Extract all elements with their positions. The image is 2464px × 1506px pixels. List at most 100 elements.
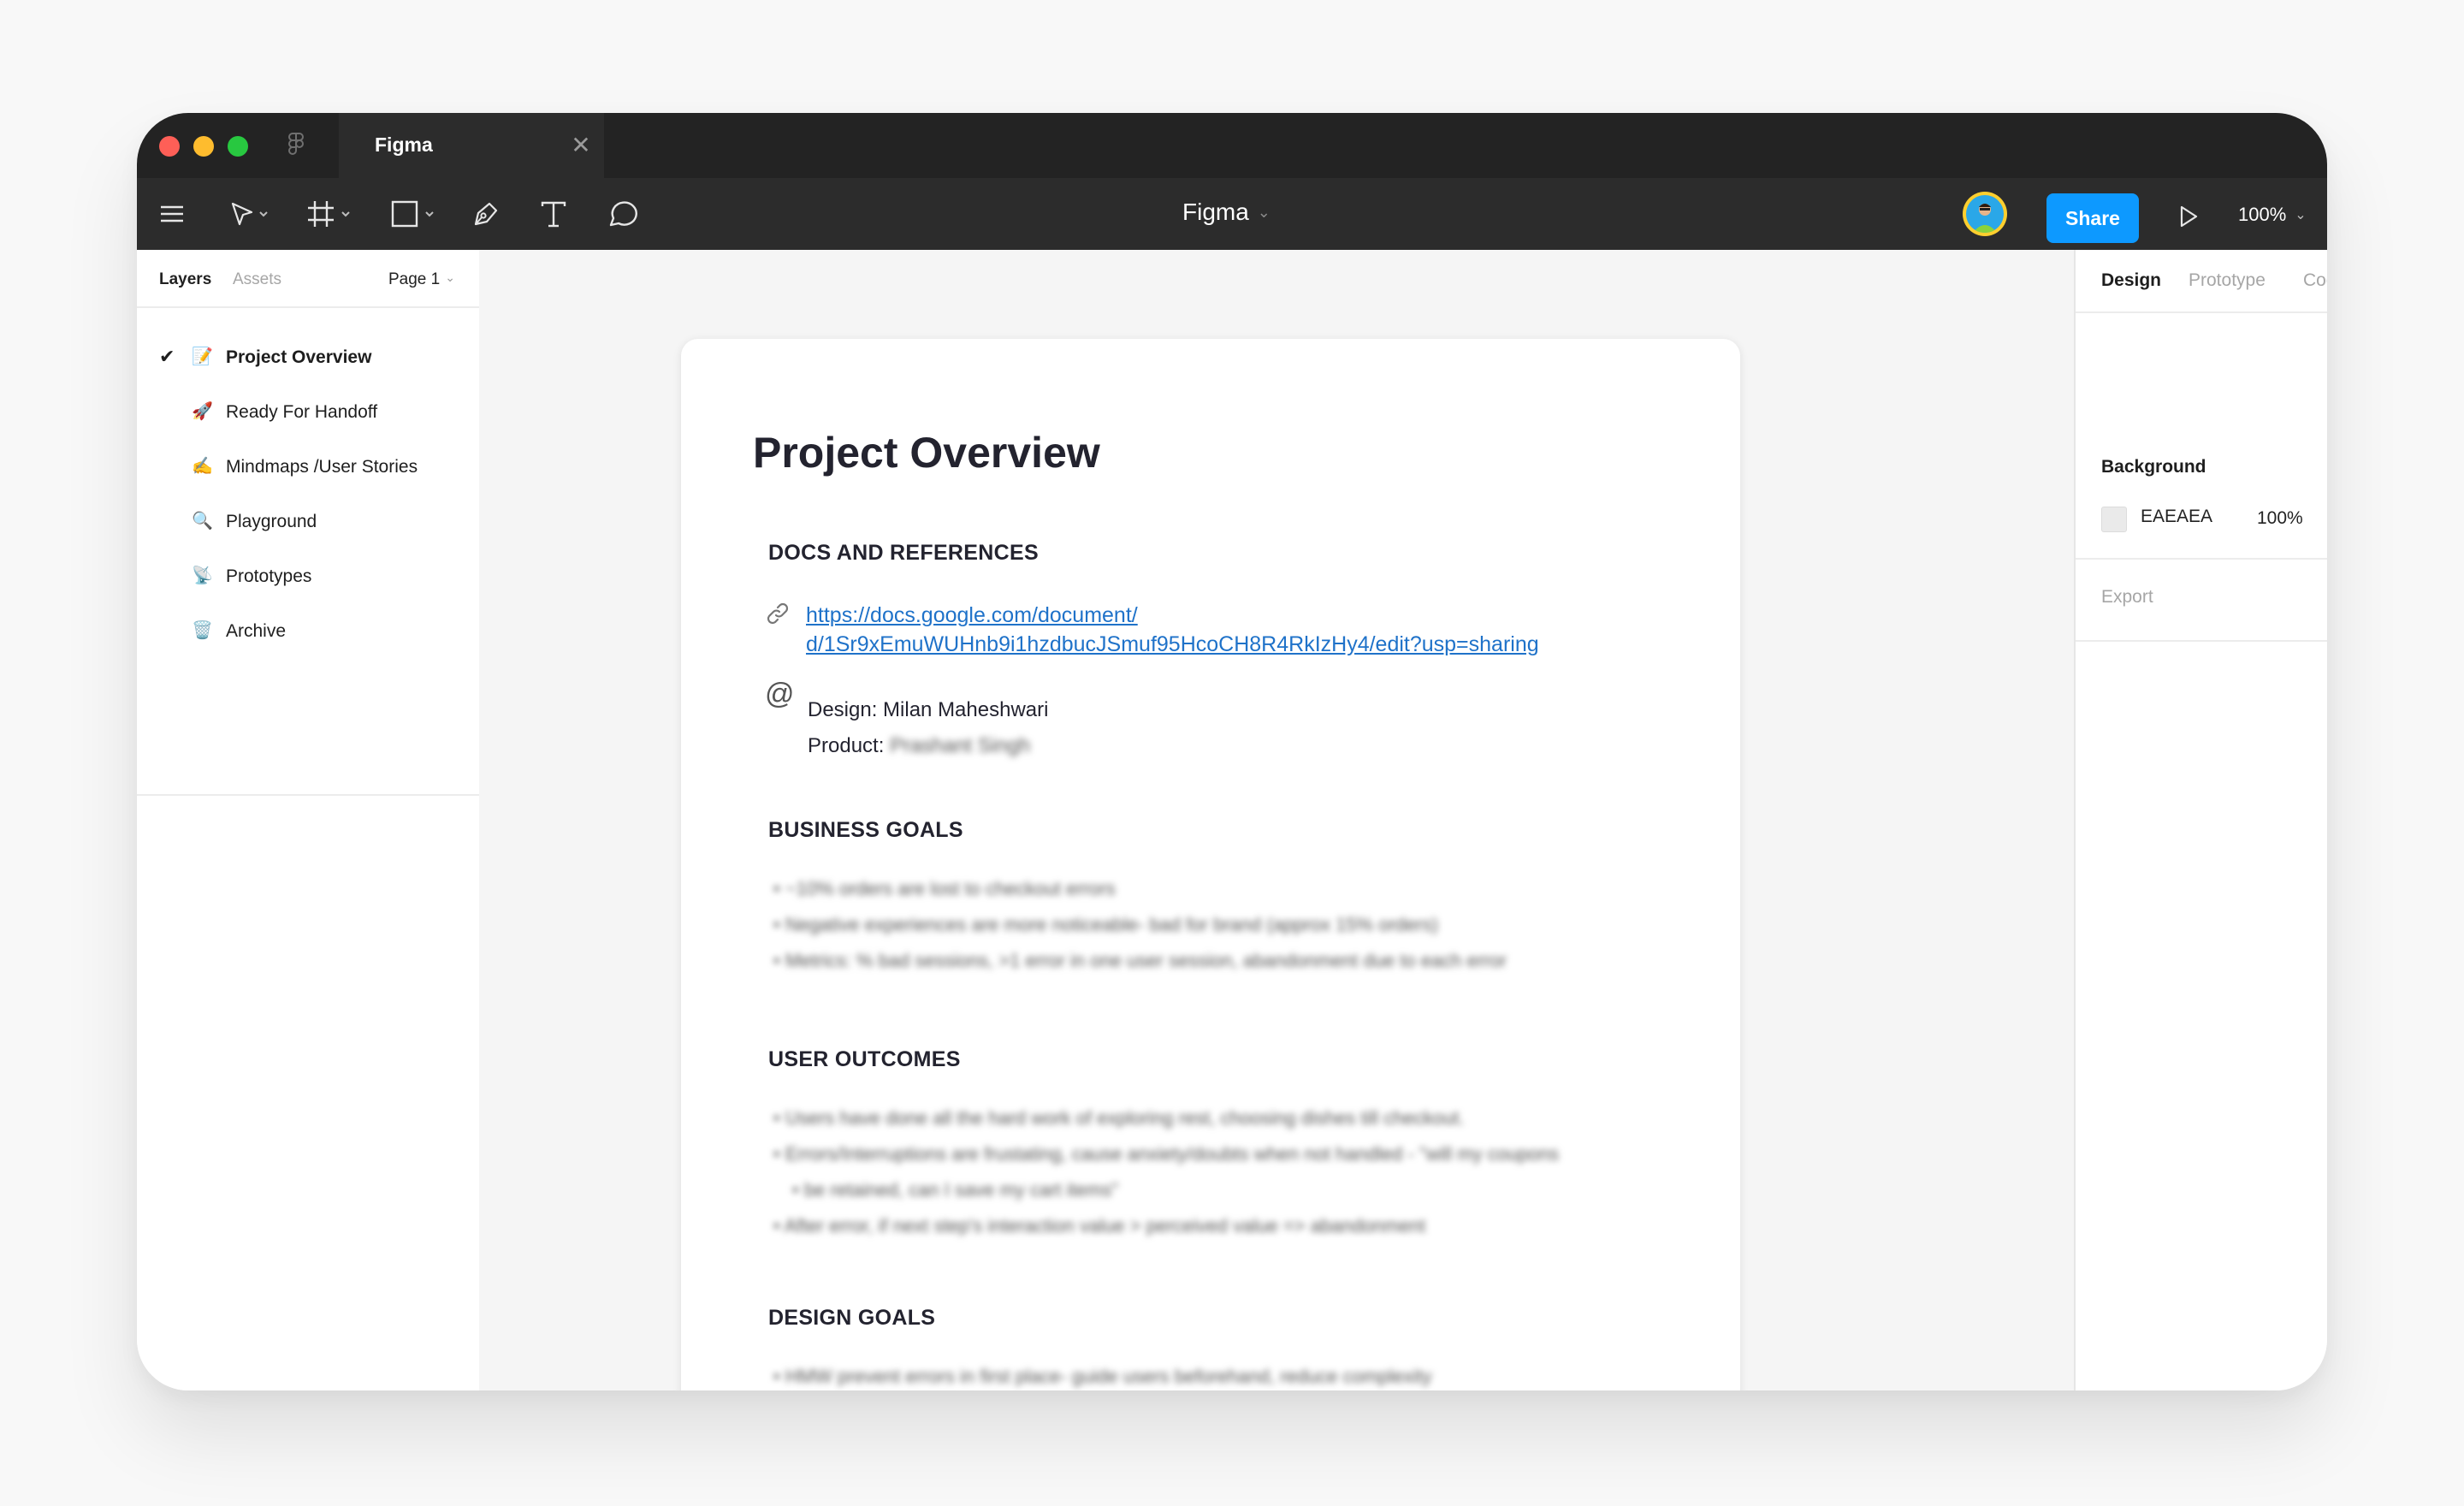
chevron-down-icon: ⌄: [1257, 203, 1270, 221]
page-item-prototypes[interactable]: 📡 Prototypes: [137, 551, 479, 606]
document-title: Figma: [1182, 199, 1249, 225]
design-goals-list: HMW prevent errors in first place- guide…: [773, 1359, 1432, 1390]
section-design-goals-heading: DESIGN GOALS: [768, 1306, 936, 1330]
move-tool-button[interactable]: [229, 193, 272, 234]
list-item: Errors/Interruptions are frustating, cau…: [773, 1136, 1559, 1172]
wastebasket-icon: 🗑️: [192, 621, 213, 640]
panel-divider: [137, 794, 479, 796]
title-bar: Figma ✕: [137, 113, 2327, 178]
document-title-dropdown[interactable]: Figma ⌄: [1182, 199, 1270, 226]
list-item: After error, if next step's interaction …: [773, 1208, 1559, 1244]
tab-design[interactable]: Design: [2101, 270, 2161, 291]
chevron-down-icon: ⌄: [445, 270, 455, 284]
memo-icon: 📝: [192, 347, 213, 366]
link-line-1: https://docs.google.com/document/: [806, 603, 1138, 627]
rocket-icon: 🚀: [192, 402, 213, 421]
page-item-label: Mindmaps /User Stories: [226, 457, 418, 477]
link-line-2: d/1Sr9xEmuWUHnb9i1hzdbucJSmuf95HcoCH8R4R…: [806, 632, 1539, 656]
tab-title: Figma: [375, 133, 433, 156]
pen-tool-button[interactable]: [471, 193, 501, 234]
close-tab-icon[interactable]: ✕: [568, 130, 594, 161]
list-item: ~10% orders are lost to checkout errors: [773, 871, 1507, 907]
page-item-mindmaps[interactable]: ✍️ Mindmaps /User Stories: [137, 442, 479, 496]
tab-layers[interactable]: Layers: [159, 270, 211, 289]
product-label: Product:: [808, 734, 885, 757]
toolbar: Figma ⌄ Share 100% ⌄: [137, 178, 2327, 250]
page-item-ready-for-handoff[interactable]: 🚀 Ready For Handoff: [137, 387, 479, 442]
design-panel: Design Prototype Code Background EAEAEA …: [2074, 250, 2327, 1390]
section-docs-heading: DOCS AND REFERENCES: [768, 541, 1039, 565]
product-name-blurred: Prashant Singh: [890, 734, 1031, 757]
page-selector-label: Page 1: [388, 270, 441, 288]
text-tool-button[interactable]: [539, 193, 568, 234]
comment-bubble-icon: [609, 201, 637, 227]
main-menu-button[interactable]: [159, 193, 185, 234]
app-window: Figma ✕ Figma ⌄ Share 100% ⌄ Layers Asse…: [137, 113, 2327, 1390]
zoom-level: 100%: [2238, 204, 2287, 225]
page-item-label: Ready For Handoff: [226, 402, 378, 422]
checkmark-icon: ✔: [159, 346, 175, 367]
tab-code[interactable]: Code: [2303, 270, 2327, 291]
page-item-project-overview[interactable]: ✔ 📝 Project Overview: [137, 332, 479, 387]
list-item: Users have done all the hard work of exp…: [773, 1100, 1559, 1136]
page-item-label: Project Overview: [226, 347, 372, 367]
play-icon[interactable]: [2173, 202, 2202, 231]
at-mention-icon: @: [765, 678, 795, 710]
share-button[interactable]: Share: [2046, 193, 2139, 243]
link-icon: [767, 602, 789, 625]
list-item: Negative experiences are more noticeable…: [773, 907, 1507, 943]
pages-list: ✔ 📝 Project Overview 🚀 Ready For Handoff…: [137, 332, 479, 661]
tab-assets[interactable]: Assets: [233, 270, 281, 289]
google-doc-link[interactable]: https://docs.google.com/document/ d/1Sr9…: [806, 601, 1539, 659]
project-overview-frame[interactable]: Project Overview DOCS AND REFERENCES htt…: [681, 339, 1740, 1390]
hamburger-icon: [161, 205, 183, 222]
comment-tool-button[interactable]: [606, 193, 640, 234]
minimize-window-button[interactable]: [193, 136, 214, 157]
list-item: HMW prevent errors in first place- guide…: [773, 1359, 1432, 1390]
panel-divider: [2076, 558, 2327, 560]
page-item-archive[interactable]: 🗑️ Archive: [137, 606, 479, 661]
page-item-label: Prototypes: [226, 566, 312, 586]
section-user-outcomes-heading: USER OUTCOMES: [768, 1047, 961, 1071]
zoom-dropdown[interactable]: 100% ⌄: [2238, 204, 2307, 226]
background-color-swatch[interactable]: [2101, 507, 2127, 532]
figma-logo-icon[interactable]: [287, 132, 305, 159]
magnifier-icon: 🔍: [192, 512, 213, 531]
page-item-label: Archive: [226, 621, 287, 641]
background-hex-input[interactable]: EAEAEA: [2141, 507, 2212, 527]
section-business-heading: BUSINESS GOALS: [768, 818, 963, 842]
background-opacity-input[interactable]: 100%: [2257, 508, 2303, 529]
avatar[interactable]: [1963, 192, 2007, 236]
panel-divider: [2076, 640, 2327, 642]
user-portrait-icon: [1973, 204, 1997, 233]
frame-title: Project Overview: [753, 429, 1100, 477]
close-window-button[interactable]: [159, 136, 180, 157]
maximize-window-button[interactable]: [228, 136, 248, 157]
list-item: be retained, can I save my cart items": [773, 1172, 1559, 1208]
tab-prototype[interactable]: Prototype: [2189, 270, 2266, 291]
left-panel-tabs: Layers Assets Page 1 ⌄: [137, 250, 479, 308]
design-credit: Design: Milan Maheshwari: [808, 698, 1049, 721]
tab-figma[interactable]: Figma ✕: [339, 113, 604, 178]
background-label: Background: [2101, 457, 2206, 477]
cursor-arrow-icon: [231, 202, 268, 226]
list-item: Metrics: % bad sessions, >1 error in one…: [773, 943, 1507, 979]
page-item-playground[interactable]: 🔍 Playground: [137, 496, 479, 551]
shape-tool-button[interactable]: [390, 193, 438, 234]
chevron-down-icon: ⌄: [2295, 208, 2307, 222]
product-credit: Product: Prashant Singh: [808, 734, 1030, 758]
pen-icon: [474, 202, 498, 226]
avatar-image: [1966, 195, 2004, 233]
page-item-label: Playground: [226, 512, 317, 531]
business-goals-list: ~10% orders are lost to checkout errors …: [773, 871, 1507, 979]
canvas[interactable]: Project Overview DOCS AND REFERENCES htt…: [479, 250, 2074, 1390]
satellite-icon: 📡: [192, 566, 213, 585]
frame-hash-icon: [308, 201, 350, 227]
layers-panel: Layers Assets Page 1 ⌄ ✔ 📝 Project Overv…: [137, 250, 481, 1390]
page-selector[interactable]: Page 1 ⌄: [388, 270, 455, 289]
panel-divider: [2076, 311, 2327, 313]
rectangle-icon: [391, 200, 434, 228]
export-label: Export: [2101, 587, 2153, 607]
text-t-icon: [541, 201, 566, 228]
frame-tool-button[interactable]: [306, 193, 354, 234]
